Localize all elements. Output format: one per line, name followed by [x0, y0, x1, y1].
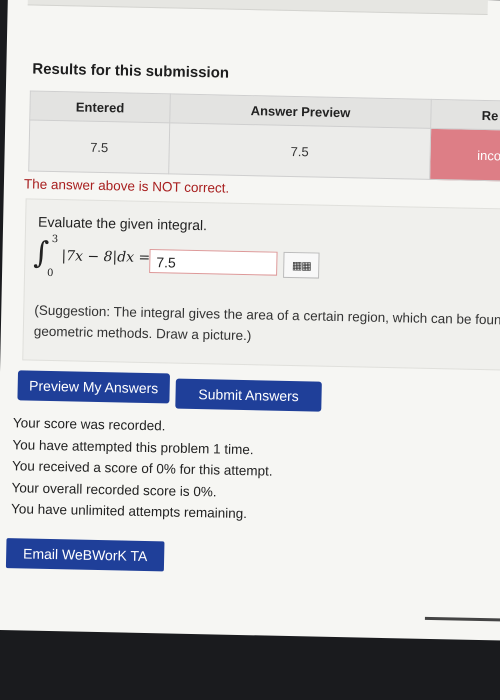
top-edge — [27, 0, 488, 16]
score-summary: Your score was recorded. You have attemp… — [11, 412, 274, 525]
results-table: Entered Answer Preview Re 7.5 7.5 inco — [28, 90, 500, 182]
preview-answers-button[interactable]: Preview My Answers — [17, 370, 171, 404]
cell-answer-preview: 7.5 — [168, 122, 431, 180]
lower-limit: 0 — [46, 267, 54, 280]
cell-entered: 7.5 — [28, 119, 170, 174]
upper-limit: 3 — [51, 233, 59, 246]
problem-box: Evaluate the given integral. ∫ 3 0 |7x −… — [22, 198, 500, 372]
status-message: The answer above is NOT correct. — [23, 176, 230, 196]
email-ta-button[interactable]: Email WeBWorK TA — [5, 538, 165, 572]
bottom-divider — [424, 616, 500, 622]
results-title: Results for this submission — [32, 60, 230, 82]
answer-input[interactable]: 7.5 — [149, 249, 278, 276]
problem-prompt: Evaluate the given integral. — [37, 213, 208, 234]
screen: Results for this submission Entered Answ… — [0, 0, 500, 641]
submit-answers-button[interactable]: Submit Answers — [175, 378, 322, 412]
integrand: |7x − 8|dx = — [61, 248, 151, 267]
integral-sign: ∫ — [33, 235, 50, 271]
header-entered: Entered — [29, 90, 171, 123]
header-result: Re — [430, 99, 500, 131]
suggestion-text: (Suggestion: The integral gives the area… — [33, 302, 500, 344]
integral-expression: ∫ 3 0 |7x − 8|dx = — [33, 234, 150, 279]
grid-icon[interactable]: ▦▦ — [283, 251, 320, 279]
table-row: 7.5 7.5 inco — [28, 119, 500, 182]
cell-result: inco — [429, 128, 500, 182]
score-line: You have unlimited attempts remaining. — [10, 501, 248, 522]
